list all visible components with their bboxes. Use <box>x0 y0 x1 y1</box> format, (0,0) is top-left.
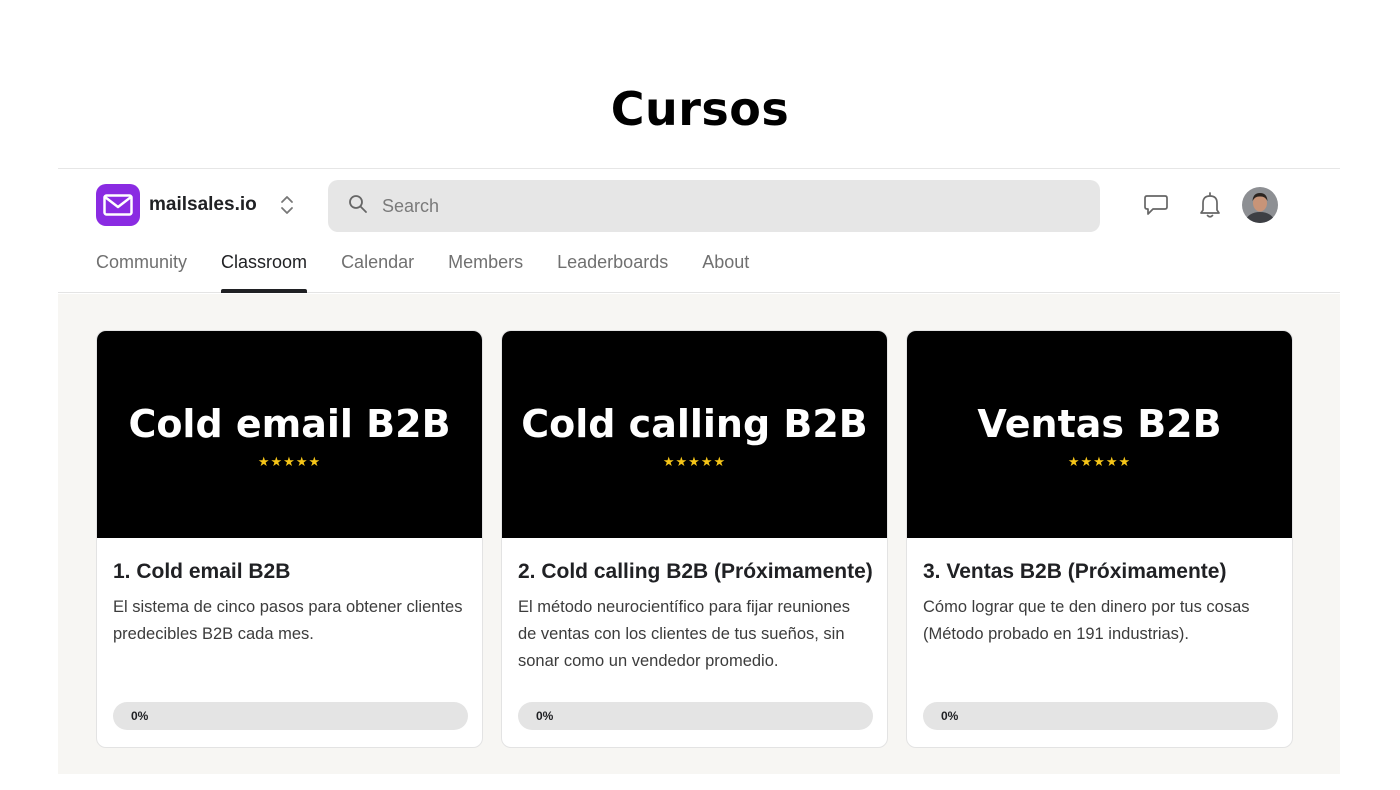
course-card[interactable]: Cold calling B2B ★★★★★ 2. Cold calling B… <box>501 330 888 748</box>
banner-title: Cold email B2B <box>128 401 451 446</box>
course-description: El método neurocientífico para fijar reu… <box>518 598 851 670</box>
community-switcher[interactable]: mailsales.io <box>96 184 295 226</box>
course-title: 2. Cold calling B2B (Próximamente) <box>518 560 873 583</box>
classroom-content: Cold email B2B ★★★★★ 1. Cold email B2B E… <box>58 294 1340 774</box>
tab-members[interactable]: Members <box>448 239 523 293</box>
page-heading: Cursos <box>610 82 790 136</box>
progress-label: 0% <box>131 709 149 723</box>
tab-community[interactable]: Community <box>96 239 187 293</box>
course-title: 1. Cold email B2B <box>113 560 291 583</box>
progress-bar: 0% <box>518 702 873 730</box>
course-banner: Cold email B2B ★★★★★ <box>97 331 482 538</box>
avatar[interactable] <box>1242 187 1278 223</box>
bell-icon[interactable] <box>1192 187 1228 223</box>
course-description: Cómo lograr que te den dinero por tus co… <box>923 598 1250 643</box>
header-actions <box>1138 187 1278 223</box>
course-banner: Cold calling B2B ★★★★★ <box>502 331 887 538</box>
course-description: El sistema de cinco pasos para obtener c… <box>113 598 463 643</box>
search-input[interactable] <box>382 195 1062 217</box>
search-bar[interactable] <box>328 180 1100 232</box>
chevron-up-down-icon <box>279 193 295 217</box>
course-card[interactable]: Cold email B2B ★★★★★ 1. Cold email B2B E… <box>96 330 483 748</box>
stars-rating: ★★★★★ <box>1067 453 1132 469</box>
tab-calendar[interactable]: Calendar <box>341 239 414 293</box>
banner-title: Cold calling B2B <box>521 401 868 446</box>
nav-tabs: Community Classroom Calendar Members Lea… <box>96 239 783 293</box>
chat-icon[interactable] <box>1138 187 1174 223</box>
progress-label: 0% <box>536 709 554 723</box>
top-bar: mailsales.io Search Community Classroom … <box>58 169 1340 293</box>
course-banner: Ventas B2B ★★★★★ <box>907 331 1292 538</box>
course-card[interactable]: Ventas B2B ★★★★★ 3. Ventas B2B (Próximam… <box>906 330 1293 748</box>
stars-rating: ★★★★★ <box>662 453 727 469</box>
course-title: 3. Ventas B2B (Próximamente) <box>923 560 1227 583</box>
progress-bar: 0% <box>113 702 468 730</box>
banner-title: Ventas B2B <box>977 401 1222 446</box>
community-name: mailsales.io <box>149 194 257 215</box>
mail-envelope-icon <box>96 184 140 226</box>
app-window: mailsales.io Search Community Classroom … <box>58 168 1340 774</box>
tab-leaderboards[interactable]: Leaderboards <box>557 239 668 293</box>
progress-bar: 0% <box>923 702 1278 730</box>
tab-about[interactable]: About <box>702 239 749 293</box>
tab-classroom[interactable]: Classroom <box>221 239 308 293</box>
progress-label: 0% <box>941 709 959 723</box>
stars-rating: ★★★★★ <box>257 453 322 469</box>
search-icon <box>348 194 368 219</box>
